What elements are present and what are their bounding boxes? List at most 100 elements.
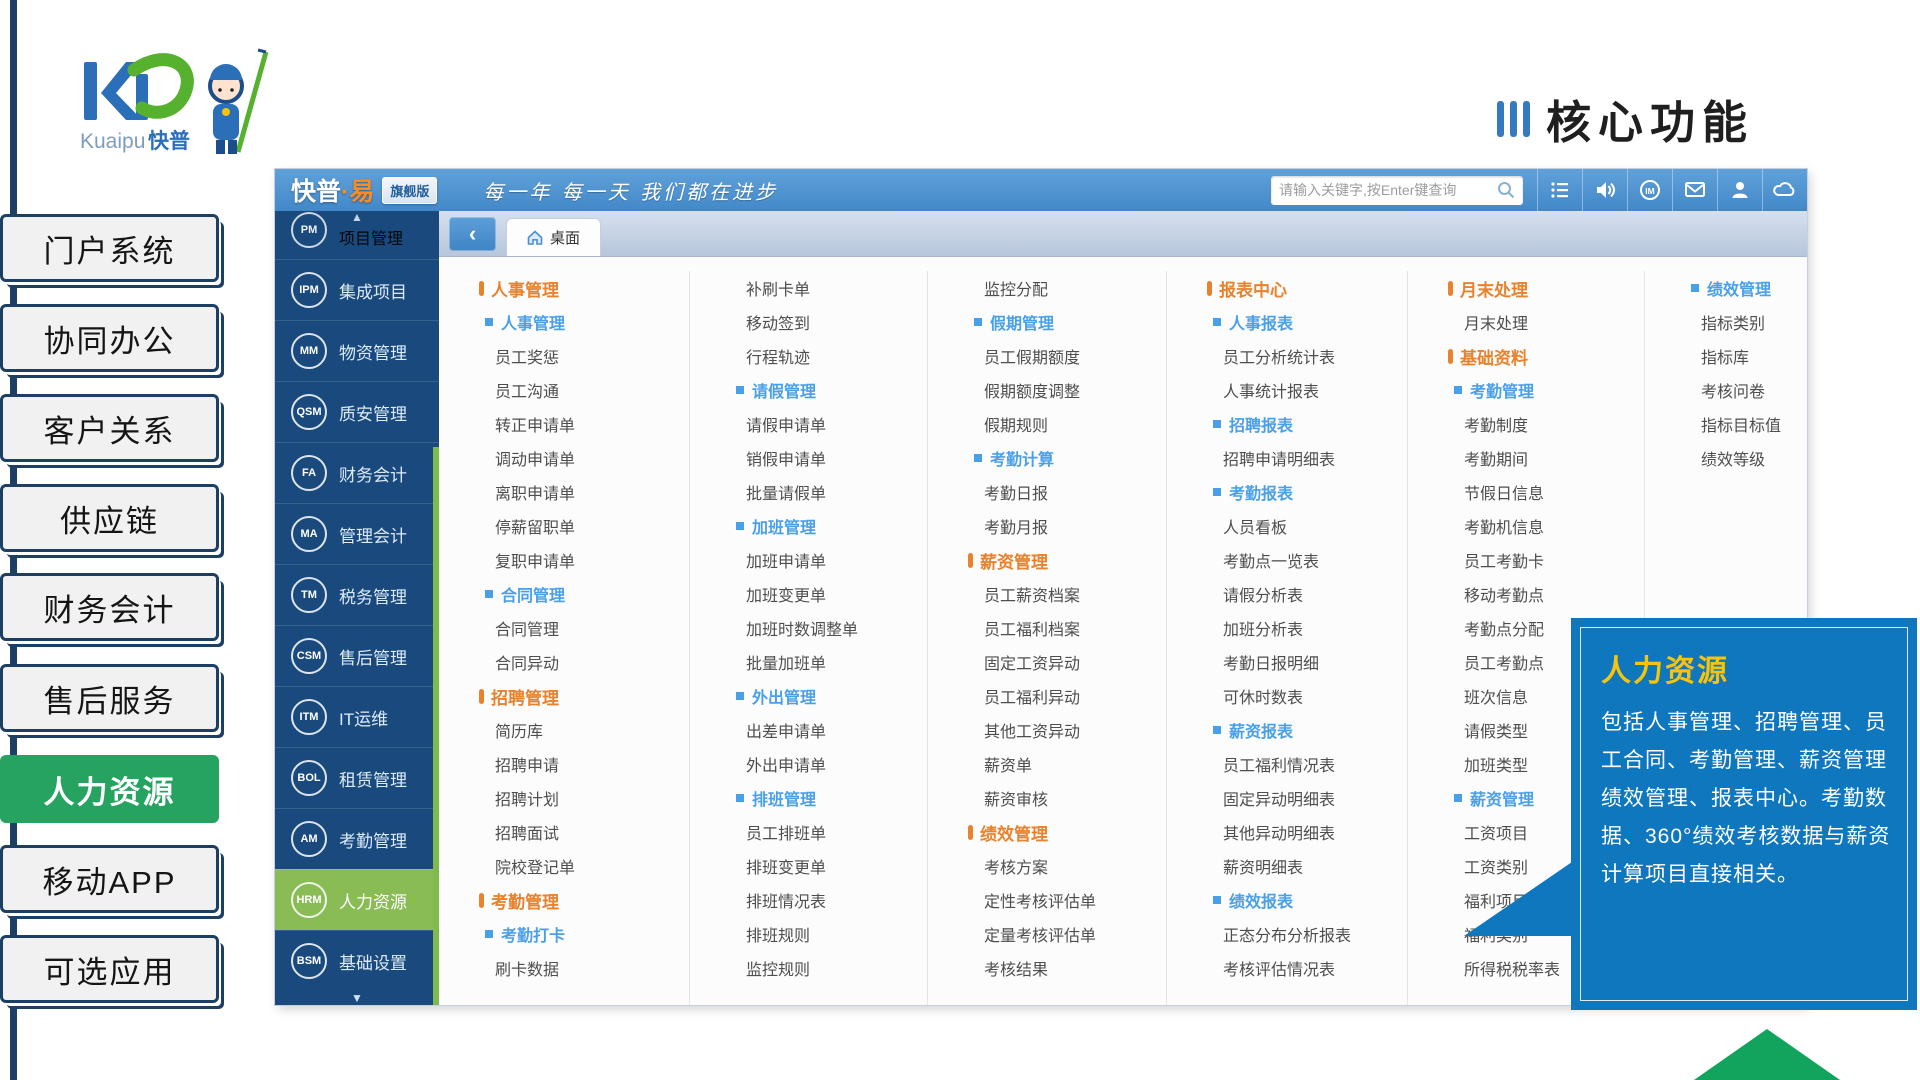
menu-subgroup-header[interactable]: 绩效管理 — [1691, 271, 1806, 305]
module-nav-item-fa[interactable]: FA财务会计 — [275, 442, 439, 503]
menu-item[interactable]: 移动考勤点 — [1464, 577, 1644, 611]
menu-item[interactable]: 假期额度调整 — [984, 373, 1166, 407]
menu-group-header[interactable]: 薪资管理 — [968, 543, 1166, 577]
menu-item[interactable]: 人员看板 — [1223, 509, 1407, 543]
menu-item[interactable]: 移动签到 — [746, 305, 927, 339]
menu-item[interactable]: 加班变更单 — [746, 577, 927, 611]
menu-item[interactable]: 监控规则 — [746, 951, 927, 985]
menu-subgroup-header[interactable]: 人事报表 — [1213, 305, 1407, 339]
module-nav-item-ma[interactable]: MA管理会计 — [275, 503, 439, 564]
menu-item[interactable]: 加班分析表 — [1223, 611, 1407, 645]
module-nav-partial-item[interactable]: ▲ PM 项目管理 — [275, 211, 439, 259]
menu-item[interactable]: 外出申请单 — [746, 747, 927, 781]
menu-subgroup-header[interactable]: 考勤计算 — [974, 441, 1166, 475]
sidebar-item-5[interactable]: 财务会计 — [0, 573, 219, 641]
menu-item[interactable]: 正态分布分析报表 — [1223, 917, 1407, 951]
menu-group-header[interactable]: 基础资料 — [1448, 339, 1644, 373]
menu-item[interactable]: 薪资单 — [984, 747, 1166, 781]
menu-item[interactable]: 绩效等级 — [1701, 441, 1806, 475]
menu-item[interactable]: 考勤机信息 — [1464, 509, 1644, 543]
search-icon[interactable] — [1497, 181, 1515, 199]
module-nav-item-bol[interactable]: BOL租赁管理 — [275, 747, 439, 808]
menu-item[interactable]: 调动申请单 — [495, 441, 689, 475]
menu-subgroup-header[interactable]: 外出管理 — [736, 679, 927, 713]
menu-item[interactable]: 合同管理 — [495, 611, 689, 645]
menu-subgroup-header[interactable]: 考勤打卡 — [485, 917, 689, 951]
menu-item[interactable]: 排班变更单 — [746, 849, 927, 883]
menu-item[interactable]: 薪资审核 — [984, 781, 1166, 815]
module-nav-item-hrm[interactable]: HRM人力资源 — [275, 869, 439, 930]
menu-item[interactable]: 出差申请单 — [746, 713, 927, 747]
menu-item[interactable]: 考核结果 — [984, 951, 1166, 985]
module-nav-item-mm[interactable]: MM物资管理 — [275, 320, 439, 381]
menu-item[interactable]: 考核评估情况表 — [1223, 951, 1407, 985]
menu-item[interactable]: 复职申请单 — [495, 543, 689, 577]
menu-subgroup-header[interactable]: 人事管理 — [485, 305, 689, 339]
menu-group-header[interactable]: 月末处理 — [1448, 271, 1644, 305]
mail-icon[interactable] — [1672, 169, 1717, 211]
menu-item[interactable]: 考勤日报 — [984, 475, 1166, 509]
menu-item[interactable]: 定性考核评估单 — [984, 883, 1166, 917]
menu-item[interactable]: 指标库 — [1701, 339, 1806, 373]
global-search[interactable] — [1271, 176, 1523, 205]
menu-item[interactable]: 员工福利情况表 — [1223, 747, 1407, 781]
menu-item[interactable]: 员工福利异动 — [984, 679, 1166, 713]
menu-item[interactable]: 指标目标值 — [1701, 407, 1806, 441]
speaker-icon[interactable] — [1582, 169, 1627, 211]
tab-desktop[interactable]: 桌面 — [506, 218, 601, 256]
menu-item[interactable]: 其他工资异动 — [984, 713, 1166, 747]
menu-group-header[interactable]: 考勤管理 — [479, 883, 689, 917]
menu-item[interactable]: 可休时数表 — [1223, 679, 1407, 713]
module-nav-item-ipm[interactable]: IPM集成项目 — [275, 259, 439, 320]
menu-item[interactable]: 招聘计划 — [495, 781, 689, 815]
sidebar-item-4[interactable]: 供应链 — [0, 484, 219, 552]
menu-item[interactable]: 监控分配 — [984, 271, 1166, 305]
menu-item[interactable]: 合同异动 — [495, 645, 689, 679]
menu-item[interactable]: 考勤日报明细 — [1223, 645, 1407, 679]
sidebar-item-7[interactable]: 人力资源 — [0, 755, 219, 823]
search-input[interactable] — [1279, 182, 1497, 198]
menu-subgroup-header[interactable]: 考勤管理 — [1454, 373, 1644, 407]
menu-group-header[interactable]: 报表中心 — [1207, 271, 1407, 305]
menu-item[interactable]: 员工排班单 — [746, 815, 927, 849]
menu-item[interactable]: 转正申请单 — [495, 407, 689, 441]
module-nav-item-bsm[interactable]: BSM基础设置 — [275, 930, 439, 991]
menu-item[interactable]: 行程轨迹 — [746, 339, 927, 373]
menu-subgroup-header[interactable]: 假期管理 — [974, 305, 1166, 339]
user-icon[interactable] — [1717, 169, 1762, 211]
menu-item[interactable]: 固定工资异动 — [984, 645, 1166, 679]
menu-item[interactable]: 考勤期间 — [1464, 441, 1644, 475]
menu-item[interactable]: 批量请假单 — [746, 475, 927, 509]
menu-group-header[interactable]: 绩效管理 — [968, 815, 1166, 849]
module-nav-item-qsm[interactable]: QSM质安管理 — [275, 381, 439, 442]
sidebar-item-9[interactable]: 可选应用 — [0, 935, 219, 1003]
menu-item[interactable]: 补刷卡单 — [746, 271, 927, 305]
chevron-down-icon[interactable]: ▼ — [275, 992, 439, 1004]
menu-item[interactable]: 员工分析统计表 — [1223, 339, 1407, 373]
menu-item[interactable]: 人事统计报表 — [1223, 373, 1407, 407]
menu-item[interactable]: 节假日信息 — [1464, 475, 1644, 509]
sidebar-item-6[interactable]: 售后服务 — [0, 664, 219, 732]
menu-subgroup-header[interactable]: 绩效报表 — [1213, 883, 1407, 917]
menu-item[interactable]: 固定异动明细表 — [1223, 781, 1407, 815]
menu-item[interactable]: 加班时数调整单 — [746, 611, 927, 645]
menu-item[interactable]: 请假分析表 — [1223, 577, 1407, 611]
im-icon[interactable]: IM — [1627, 169, 1672, 211]
module-nav-item-tm[interactable]: TM税务管理 — [275, 564, 439, 625]
menu-item[interactable]: 批量加班单 — [746, 645, 927, 679]
menu-item[interactable]: 考勤制度 — [1464, 407, 1644, 441]
menu-item[interactable]: 招聘申请明细表 — [1223, 441, 1407, 475]
menu-subgroup-header[interactable]: 合同管理 — [485, 577, 689, 611]
sidebar-item-8[interactable]: 移动APP — [0, 845, 219, 913]
menu-item[interactable]: 加班申请单 — [746, 543, 927, 577]
menu-item[interactable]: 月末处理 — [1464, 305, 1644, 339]
menu-group-header[interactable]: 人事管理 — [479, 271, 689, 305]
menu-item[interactable]: 离职申请单 — [495, 475, 689, 509]
menu-item[interactable]: 其他异动明细表 — [1223, 815, 1407, 849]
menu-item[interactable]: 院校登记单 — [495, 849, 689, 883]
menu-item[interactable]: 请假申请单 — [746, 407, 927, 441]
menu-item[interactable]: 停薪留职单 — [495, 509, 689, 543]
menu-subgroup-header[interactable]: 请假管理 — [736, 373, 927, 407]
menu-item[interactable]: 假期规则 — [984, 407, 1166, 441]
menu-item[interactable]: 简历库 — [495, 713, 689, 747]
